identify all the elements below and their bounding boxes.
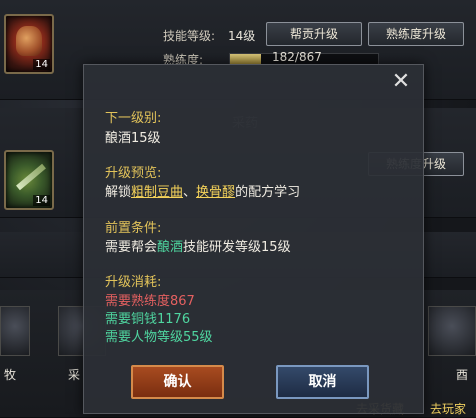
herb-skill-icon[interactable]: 14 — [4, 150, 54, 210]
grid-skill-label: 酉 — [456, 368, 469, 382]
proficiency-value: 182/867 — [272, 50, 322, 64]
close-icon[interactable]: ✕ — [391, 71, 411, 93]
skill-level-value: 14级 — [228, 29, 256, 43]
grid-skill-icon[interactable] — [0, 306, 30, 356]
proficiency-upgrade-button[interactable]: 熟练度升级 — [368, 22, 464, 46]
grid-skill-label: 牧 — [4, 368, 17, 382]
recipe-link-doqu[interactable]: 粗制豆曲 — [131, 185, 183, 200]
skill-level-badge: 14 — [33, 59, 50, 70]
preview-title: 升级预览: — [105, 166, 162, 181]
cost-proficiency: 需要熟练度867 — [105, 294, 195, 309]
grid-skill-icon[interactable] — [428, 306, 476, 356]
confirm-button[interactable]: 确认 — [131, 365, 224, 399]
prereq-text: 需要帮会酿酒技能研发等级15级 — [105, 236, 291, 255]
prereq-prefix: 需要帮会 — [105, 240, 158, 255]
contribution-upgrade-button[interactable]: 帮贡升级 — [266, 22, 362, 46]
preview-separator: 、 — [183, 185, 197, 200]
prereq-highlight: 酿酒 — [157, 240, 184, 255]
cost-title: 升级消耗: — [105, 275, 162, 290]
next-level-value: 酿酒15级 — [105, 131, 161, 146]
cost-money: 需要铜钱1176 — [105, 312, 191, 327]
cost-character-level: 需要人物等级55级 — [105, 330, 213, 345]
preview-text: 解锁粗制豆曲、换骨醪的配方学习 — [105, 181, 300, 200]
cancel-button[interactable]: 取消 — [276, 365, 369, 399]
grid-skill-label: 采 — [68, 368, 81, 382]
skill-level-badge: 14 — [33, 195, 50, 206]
prereq-suffix: 技能研发等级15级 — [183, 240, 291, 255]
recipe-link-huangulao[interactable]: 换骨醪 — [196, 185, 235, 200]
skill-upgrade-dialog: ✕ 下一级别: 酿酒15级 升级预览: 解锁粗制豆曲、换骨醪的配方学习 前置条件… — [83, 64, 424, 414]
brewing-skill-icon[interactable]: 14 — [4, 14, 54, 74]
preview-suffix: 的配方学习 — [235, 185, 301, 200]
prereq-title: 前置条件: — [105, 221, 162, 236]
proficiency-bar-fill — [230, 54, 262, 64]
preview-prefix: 解锁 — [105, 185, 132, 200]
footer-link[interactable]: 去玩家 — [430, 400, 466, 417]
skill-level-label: 技能等级: — [163, 29, 216, 43]
next-level-title: 下一级别: — [105, 111, 162, 126]
